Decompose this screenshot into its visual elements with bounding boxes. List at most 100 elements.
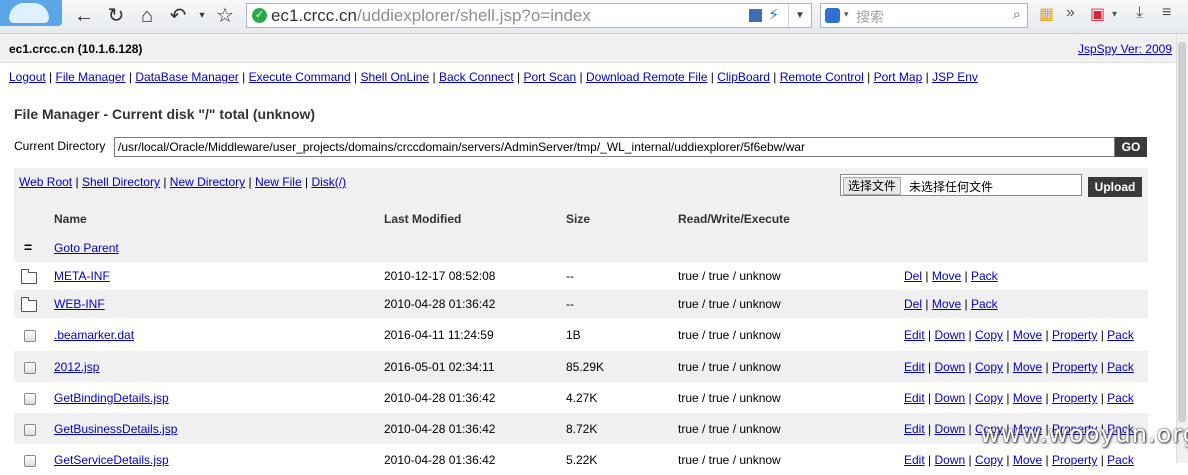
action-down-link[interactable]: Down <box>935 453 966 467</box>
home-icon[interactable]: ⌂ <box>135 4 159 28</box>
action-property-link[interactable]: Property <box>1052 391 1097 405</box>
action-edit-link[interactable]: Edit <box>904 328 925 342</box>
file-modified: 2016-05-01 02:34:11 <box>384 360 495 374</box>
scrollbar-thumb[interactable] <box>1178 42 1186 422</box>
file-size: 8.72K <box>566 422 598 436</box>
no-file-chosen-text: 未选择任何文件 <box>909 180 994 194</box>
action-del-link[interactable]: Del <box>904 269 922 283</box>
nav-remote-control[interactable]: Remote Control <box>780 70 864 84</box>
table-row: WEB-INF 2010-04-28 01:36:42 -- true / true … <box>14 290 1148 318</box>
qr-code-icon[interactable] <box>749 9 762 22</box>
action-pack-link[interactable]: Pack <box>1107 360 1134 374</box>
web-root-link[interactable]: Web Root <box>19 175 72 189</box>
table-row: GetServiceDetails.jsp 2010-04-28 01:36:42… <box>14 444 1148 475</box>
file-modified: 2010-04-28 01:36:42 <box>384 453 496 467</box>
back-icon[interactable]: ← <box>72 4 96 28</box>
action-edit-link[interactable]: Edit <box>904 391 925 405</box>
nav-database-manager[interactable]: DataBase Manager <box>135 70 238 84</box>
address-bar[interactable]: ✓ ec1.crcc.cn/uddiexplorer/shell.jsp?o=i… <box>246 3 812 28</box>
go-button[interactable]: GO <box>1115 137 1147 157</box>
action-move-link[interactable]: Move <box>932 297 961 311</box>
search-placeholder: 搜索 <box>856 9 884 25</box>
nav-port-map[interactable]: Port Map <box>874 70 923 84</box>
upload-button[interactable]: Upload <box>1088 177 1142 197</box>
shell-directory-link[interactable]: Shell Directory <box>82 175 160 189</box>
action-move-link[interactable]: Move <box>1013 328 1042 342</box>
nav-jsp-env[interactable]: JSP Env <box>932 70 978 84</box>
lightning-icon[interactable]: ⚡ <box>768 5 779 25</box>
file-name-link[interactable]: GetServiceDetails.jsp <box>54 453 169 467</box>
nav-download-remote-file[interactable]: Download Remote File <box>586 70 707 84</box>
file-input[interactable]: 选择文件 未选择任何文件 <box>840 174 1082 196</box>
action-property-link[interactable]: Property <box>1052 453 1097 467</box>
action-copy-link[interactable]: Copy <box>975 360 1003 374</box>
action-copy-link[interactable]: Copy <box>975 391 1003 405</box>
star-icon[interactable]: ☆ <box>213 4 237 28</box>
select-checkbox[interactable] <box>24 455 36 467</box>
watermark: www.wooyun.org <box>980 420 1188 448</box>
nav-back-connect[interactable]: Back Connect <box>439 70 514 84</box>
action-down-link[interactable]: Down <box>935 422 966 436</box>
file-name-link[interactable]: META-INF <box>54 269 110 283</box>
select-checkbox[interactable] <box>24 424 36 436</box>
file-name-link[interactable]: GetBindingDetails.jsp <box>54 391 169 405</box>
url-host: ec1.crcc.cn <box>271 6 357 25</box>
apps-grid-icon[interactable]: ▦ <box>1039 4 1054 24</box>
action-property-link[interactable]: Property <box>1052 328 1097 342</box>
undo-dropdown-icon[interactable]: ▾ <box>190 4 214 28</box>
nav-file-manager[interactable]: File Manager <box>56 70 126 84</box>
action-edit-link[interactable]: Edit <box>904 453 925 467</box>
more-chevron-icon[interactable]: » <box>1066 4 1075 22</box>
file-name-link[interactable]: WEB-INF <box>54 297 105 311</box>
action-pack-link[interactable]: Pack <box>1107 391 1134 405</box>
action-move-link[interactable]: Move <box>1013 391 1042 405</box>
file-name-link[interactable]: 2012.jsp <box>54 360 99 374</box>
file-name-link[interactable]: GetBusinessDetails.jsp <box>54 422 177 436</box>
menu-icon[interactable]: ≡ <box>1162 4 1171 22</box>
action-copy-link[interactable]: Copy <box>975 453 1003 467</box>
screenshot-icon[interactable]: ▣ <box>1090 4 1105 24</box>
search-box[interactable]: ▾ 搜索 ⌕ <box>820 3 1028 28</box>
file-name-link[interactable]: .beamarker.dat <box>54 328 134 342</box>
search-icon[interactable]: ⌕ <box>1013 6 1021 23</box>
select-checkbox[interactable] <box>24 330 36 342</box>
nav-logout[interactable]: Logout <box>9 70 46 84</box>
action-edit-link[interactable]: Edit <box>904 360 925 374</box>
nav-port-scan[interactable]: Port Scan <box>524 70 577 84</box>
screenshot-dropdown-icon[interactable]: ▾ <box>1112 9 1117 20</box>
action-property-link[interactable]: Property <box>1052 360 1097 374</box>
action-pack-link[interactable]: Pack <box>971 297 998 311</box>
action-pack-link[interactable]: Pack <box>1107 453 1134 467</box>
nav-shell-online[interactable]: Shell OnLine <box>360 70 429 84</box>
file-rwx: true / true / unknow <box>678 297 781 311</box>
action-del-link[interactable]: Del <box>904 297 922 311</box>
current-directory-input[interactable] <box>114 137 1115 157</box>
new-file-link[interactable]: New File <box>255 175 302 189</box>
action-pack-link[interactable]: Pack <box>1107 328 1134 342</box>
action-down-link[interactable]: Down <box>935 360 966 374</box>
address-dropdown-icon[interactable]: ▼ <box>788 4 811 27</box>
goto-parent-link[interactable]: Goto Parent <box>54 241 119 255</box>
download-icon[interactable]: ⤓ <box>1136 4 1143 22</box>
reload-icon[interactable]: ↻ <box>104 4 128 28</box>
nav-execute-command[interactable]: Execute Command <box>249 70 351 84</box>
version-link[interactable]: JspSpy Ver: 2009 <box>1078 42 1172 56</box>
action-copy-link[interactable]: Copy <box>975 328 1003 342</box>
browser-logo[interactable] <box>0 0 62 26</box>
action-move-link[interactable]: Move <box>1013 453 1042 467</box>
action-move-link[interactable]: Move <box>1013 360 1042 374</box>
nav-clipboard[interactable]: ClipBoard <box>717 70 770 84</box>
select-checkbox[interactable] <box>24 362 36 374</box>
new-directory-link[interactable]: New Directory <box>170 175 245 189</box>
action-move-link[interactable]: Move <box>932 269 961 283</box>
choose-file-button[interactable]: 选择文件 <box>843 177 902 195</box>
undo-icon[interactable]: ↶ <box>166 4 190 28</box>
search-engine-icon[interactable] <box>825 8 840 23</box>
action-edit-link[interactable]: Edit <box>904 422 925 436</box>
action-pack-link[interactable]: Pack <box>971 269 998 283</box>
search-engine-dropdown-icon[interactable]: ▾ <box>844 9 849 20</box>
action-down-link[interactable]: Down <box>935 328 966 342</box>
select-checkbox[interactable] <box>24 393 36 405</box>
action-down-link[interactable]: Down <box>935 391 966 405</box>
disk-link[interactable]: Disk(/) <box>311 175 346 189</box>
